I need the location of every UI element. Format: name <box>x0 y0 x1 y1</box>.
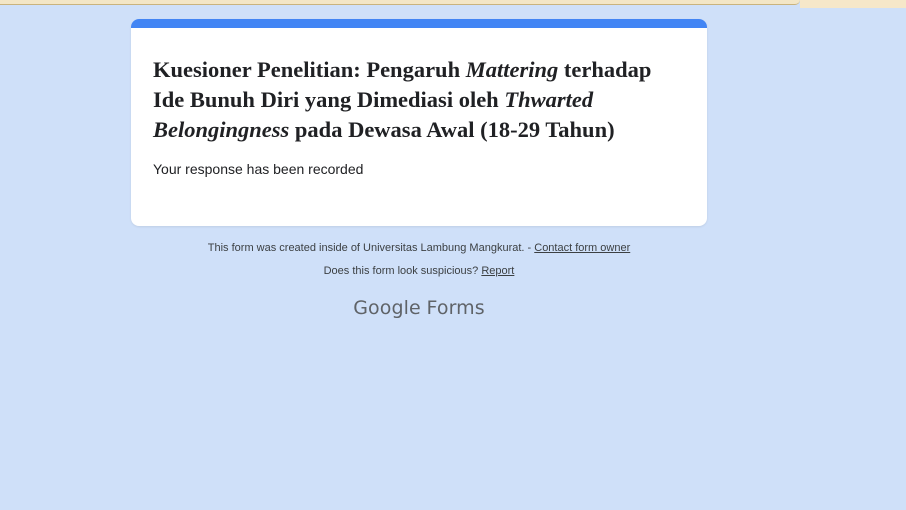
response-card: Kuesioner Penelitian: Pengaruh Mattering… <box>131 19 707 226</box>
contact-form-owner-link[interactable]: Contact form owner <box>534 242 630 254</box>
card-accent-bar <box>131 19 707 28</box>
google-forms-logo[interactable]: Google Forms <box>131 297 707 320</box>
tab-strip <box>0 0 800 5</box>
form-title-part-2: Mattering <box>465 57 559 82</box>
brand-forms: Forms <box>426 297 485 319</box>
tab-strip-right <box>800 0 906 8</box>
footer-created-text: This form was created inside of Universi… <box>207 242 535 254</box>
footer-suspicious-line: Does this form look suspicious? Report <box>131 265 707 277</box>
response-status: Your response has been recorded <box>153 161 364 177</box>
form-title-part-1: Kuesioner Penelitian: Pengaruh <box>153 57 466 82</box>
footer-created-line: This form was created inside of Universi… <box>131 242 707 254</box>
window-top-strip <box>0 0 906 8</box>
footer-suspicious-text: Does this form look suspicious? <box>323 265 482 277</box>
form-title-part-5: pada Dewasa Awal (18-29 Tahun) <box>289 117 615 142</box>
form-title: Kuesioner Penelitian: Pengaruh Mattering… <box>153 55 685 145</box>
brand-google: Google <box>353 297 421 319</box>
report-link[interactable]: Report <box>481 265 514 277</box>
